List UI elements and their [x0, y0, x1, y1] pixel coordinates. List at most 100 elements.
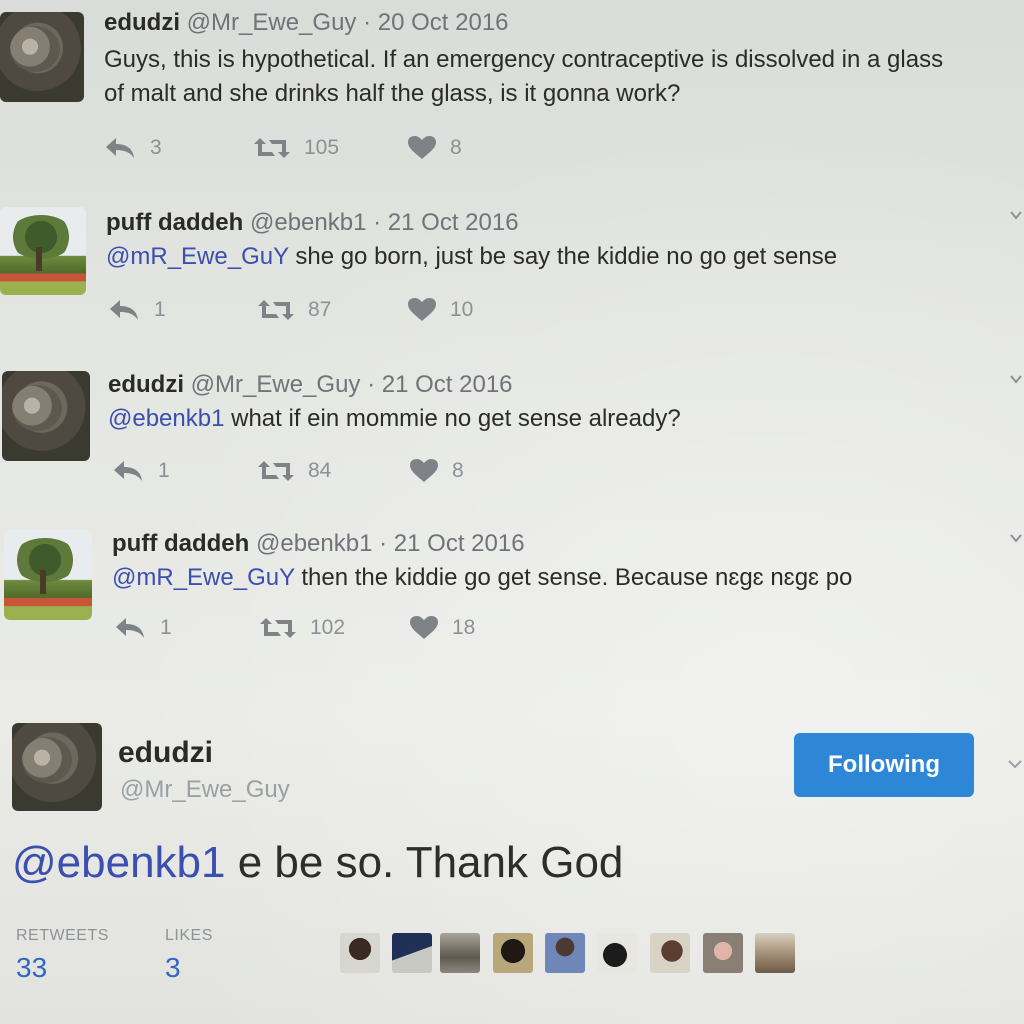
liker-avatar[interactable] — [755, 933, 795, 973]
like-count: 8 — [450, 136, 462, 159]
tweet-body: then the kiddie go get sense. Because nɛ… — [294, 564, 853, 591]
like-button[interactable]: 8 — [408, 136, 462, 160]
reply-count: 1 — [158, 459, 170, 482]
reply-icon — [106, 138, 134, 158]
separator: · — [367, 371, 376, 398]
likes-count[interactable]: 3 — [165, 952, 181, 984]
retweet-count: 87 — [308, 298, 332, 321]
reply-button[interactable]: 3 — [104, 136, 162, 160]
koala-avatar[interactable] — [12, 723, 102, 811]
chevron-down-icon[interactable] — [1010, 373, 1022, 385]
separator: · — [379, 530, 388, 557]
tweet-3[interactable]: edudzi @Mr_Ewe_Guy · 21 Oct 2016 @ebenkb… — [0, 357, 1024, 507]
retweet-icon — [260, 618, 296, 638]
retweet-icon — [254, 138, 290, 158]
separator: · — [373, 209, 382, 236]
heart-icon — [410, 616, 438, 639]
tweet-4[interactable]: puff daddeh @ebenkb1 · 21 Oct 2016 @mR_E… — [0, 516, 1024, 666]
retweets-label[interactable]: RETWEETS — [16, 927, 109, 945]
tweet-date[interactable]: 21 Oct 2016 — [394, 530, 525, 557]
reply-icon — [116, 618, 144, 638]
chevron-down-icon[interactable] — [1008, 758, 1022, 770]
like-count: 18 — [452, 616, 476, 639]
tweet-body: she go born, just be say the kiddie no g… — [288, 243, 838, 270]
user-handle[interactable]: @Mr_Ewe_Guy — [191, 371, 361, 398]
koala-avatar[interactable] — [0, 12, 84, 102]
heart-icon — [410, 459, 438, 482]
focused-tweet-text: @ebenkb1 e be so. Thank God — [12, 838, 623, 888]
mention-link[interactable]: @ebenkb1 — [108, 405, 224, 432]
separator: · — [363, 9, 372, 36]
reply-count: 1 — [154, 298, 166, 321]
liker-avatar[interactable] — [545, 933, 585, 973]
like-count: 10 — [450, 298, 474, 321]
retweet-count: 102 — [310, 616, 346, 639]
tweet-text-line: Guys, this is hypothetical. If an emerge… — [104, 46, 944, 73]
tweet-header: edudzi @Mr_Ewe_Guy · 20 Oct 2016 — [104, 9, 509, 37]
user-name[interactable]: puff daddeh — [112, 530, 249, 557]
tweet-header: edudzi @Mr_Ewe_Guy · 21 Oct 2016 — [108, 371, 513, 399]
liker-avatar[interactable] — [493, 933, 533, 973]
reply-button[interactable]: 1 — [112, 459, 170, 483]
chevron-down-icon[interactable] — [1010, 209, 1022, 221]
reply-count: 3 — [150, 136, 162, 159]
retweet-button[interactable]: 102 — [260, 616, 345, 640]
user-handle[interactable]: @Mr_Ewe_Guy — [187, 9, 357, 36]
tweet-header: puff daddeh @ebenkb1 · 21 Oct 2016 — [106, 209, 519, 237]
tweet-text: @mR_Ewe_GuY then the kiddie go get sense… — [112, 561, 852, 595]
tree-avatar[interactable] — [0, 207, 86, 295]
likes-label[interactable]: LIKES — [165, 927, 213, 945]
liker-avatar[interactable] — [597, 933, 637, 973]
liker-avatar[interactable] — [703, 933, 743, 973]
user-name[interactable]: edudzi — [108, 371, 184, 398]
tweet-body: e be so. Thank God — [225, 838, 624, 887]
focused-user-name[interactable]: edudzi — [118, 736, 213, 770]
tweet-text: @mR_Ewe_GuY she go born, just be say the… — [106, 240, 837, 274]
tweet-2[interactable]: puff daddeh @ebenkb1 · 21 Oct 2016 @mR_E… — [0, 195, 1024, 345]
retweet-button[interactable]: 105 — [254, 136, 339, 160]
tweet-date[interactable]: 21 Oct 2016 — [388, 209, 519, 236]
heart-icon — [408, 136, 436, 159]
tweet-text: Guys, this is hypothetical. If an emerge… — [104, 43, 943, 111]
user-handle[interactable]: @ebenkb1 — [256, 530, 372, 557]
tweet-text: @ebenkb1 what if ein mommie no get sense… — [108, 402, 681, 436]
liker-avatar[interactable] — [392, 933, 432, 973]
liker-avatar[interactable] — [340, 933, 380, 973]
retweet-button[interactable]: 84 — [258, 459, 331, 483]
tweet-date[interactable]: 21 Oct 2016 — [382, 371, 513, 398]
reply-button[interactable]: 1 — [108, 298, 166, 322]
retweets-count[interactable]: 33 — [16, 952, 47, 984]
tweet-actions: 1 102 18 — [114, 616, 614, 646]
retweet-count: 105 — [304, 136, 340, 159]
like-button[interactable]: 10 — [408, 298, 473, 322]
tweet-date[interactable]: 20 Oct 2016 — [378, 9, 509, 36]
tweet-text-line: of malt and she drinks half the glass, i… — [104, 80, 681, 107]
tweet-header: puff daddeh @ebenkb1 · 21 Oct 2016 — [112, 530, 525, 558]
user-name[interactable]: edudzi — [104, 9, 180, 36]
following-button[interactable]: Following — [794, 733, 974, 797]
mention-link[interactable]: @mR_Ewe_GuY — [112, 564, 295, 591]
user-name[interactable]: puff daddeh — [106, 209, 243, 236]
retweet-icon — [258, 300, 294, 320]
user-handle[interactable]: @ebenkb1 — [250, 209, 366, 236]
like-count: 8 — [452, 459, 464, 482]
mention-link[interactable]: @mR_Ewe_GuY — [106, 243, 289, 270]
retweet-button[interactable]: 87 — [258, 298, 331, 322]
reply-icon — [114, 461, 142, 481]
liker-avatar[interactable] — [440, 933, 480, 973]
tweet-body: what if ein mommie no get sense already? — [224, 405, 681, 432]
chevron-down-icon[interactable] — [1010, 532, 1022, 544]
like-button[interactable]: 8 — [410, 459, 464, 483]
like-button[interactable]: 18 — [410, 616, 475, 640]
reply-button[interactable]: 1 — [114, 616, 172, 640]
tweet-1[interactable]: edudzi @Mr_Ewe_Guy · 20 Oct 2016 Guys, t… — [0, 0, 1024, 180]
focused-user-handle[interactable]: @Mr_Ewe_Guy — [120, 776, 290, 804]
retweet-count: 84 — [308, 459, 332, 482]
liker-avatar[interactable] — [650, 933, 690, 973]
koala-avatar[interactable] — [2, 371, 90, 461]
tree-avatar[interactable] — [4, 530, 92, 620]
tweet-actions: 3 105 8 — [104, 136, 604, 166]
mention-link[interactable]: @ebenkb1 — [12, 838, 226, 887]
reply-icon — [110, 300, 138, 320]
retweet-icon — [258, 461, 294, 481]
